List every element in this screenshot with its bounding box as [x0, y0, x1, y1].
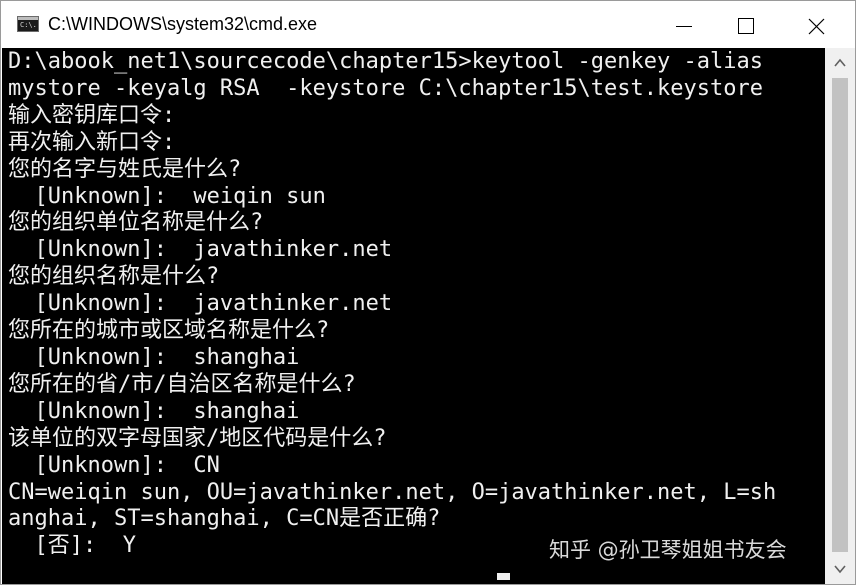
- title-bar[interactable]: C:\. C:\WINDOWS\system32\cmd.exe: [1, 1, 855, 48]
- console-line: 您的组织名称是什么?: [8, 264, 220, 290]
- chevron-up-icon: [834, 58, 846, 67]
- maximize-button[interactable]: [718, 1, 772, 48]
- console-line: [Unknown]: shanghai: [8, 398, 300, 424]
- scrollbar-thumb[interactable]: [832, 78, 848, 552]
- minimize-button[interactable]: [661, 1, 715, 48]
- close-button[interactable]: [787, 1, 841, 48]
- console-line: CN=weiqin sun, OU=javathinker.net, O=jav…: [8, 479, 777, 505]
- console-line: 该单位的双字母国家/地区代码是什么?: [8, 425, 387, 451]
- console-line: [Unknown]: CN: [8, 452, 220, 478]
- console-output[interactable]: D:\abook_net1\sourcecode\chapter15>keyto…: [2, 48, 825, 584]
- text-cursor: [497, 573, 510, 580]
- vertical-scrollbar[interactable]: [825, 48, 855, 584]
- cmd-icon-text: C:\.: [20, 21, 37, 29]
- console-line: 您的名字与姓氏是什么?: [8, 156, 242, 182]
- cmd-icon[interactable]: C:\.: [17, 16, 39, 32]
- console-line: D:\abook_net1\sourcecode\chapter15>keyto…: [8, 49, 763, 74]
- cmd-icon-bar: [18, 17, 38, 20]
- chevron-down-icon: [834, 565, 846, 574]
- window-title: C:\WINDOWS\system32\cmd.exe: [48, 14, 318, 34]
- console-line: 您所在的城市或区域名称是什么?: [8, 318, 330, 344]
- console-text: D:\abook_net1\sourcecode\chapter15>keyto…: [8, 49, 776, 560]
- console-line: [Unknown]: javathinker.net: [8, 237, 393, 263]
- console-line: [Unknown]: shanghai: [8, 344, 300, 370]
- console-line: 输入密钥库口令:: [8, 102, 176, 128]
- console-line: 您所在的省/市/自治区名称是什么?: [8, 371, 356, 397]
- console-line: 您的组织单位名称是什么?: [8, 210, 264, 236]
- scroll-up-button[interactable]: [825, 50, 855, 76]
- console-line: [Unknown]: weiqin sun: [8, 183, 326, 209]
- minimize-icon: [676, 26, 692, 27]
- close-icon: [808, 18, 825, 35]
- console-line: 再次输入新口令:: [8, 129, 176, 155]
- console-line: mystore -keyalg RSA -keystore C:\chapter…: [8, 75, 763, 101]
- maximize-icon: [738, 18, 754, 34]
- console-line: [Unknown]: javathinker.net: [8, 291, 393, 317]
- console-line: anghai, ST=shanghai, C=CN是否正确?: [8, 506, 441, 532]
- scroll-down-button[interactable]: [825, 556, 855, 582]
- console-window: C:\. C:\WINDOWS\system32\cmd.exe D:\aboo…: [0, 0, 856, 585]
- watermark-text: 知乎 @孙卫琴姐姐书友会: [549, 538, 787, 562]
- console-line: [否]: Y: [8, 533, 136, 559]
